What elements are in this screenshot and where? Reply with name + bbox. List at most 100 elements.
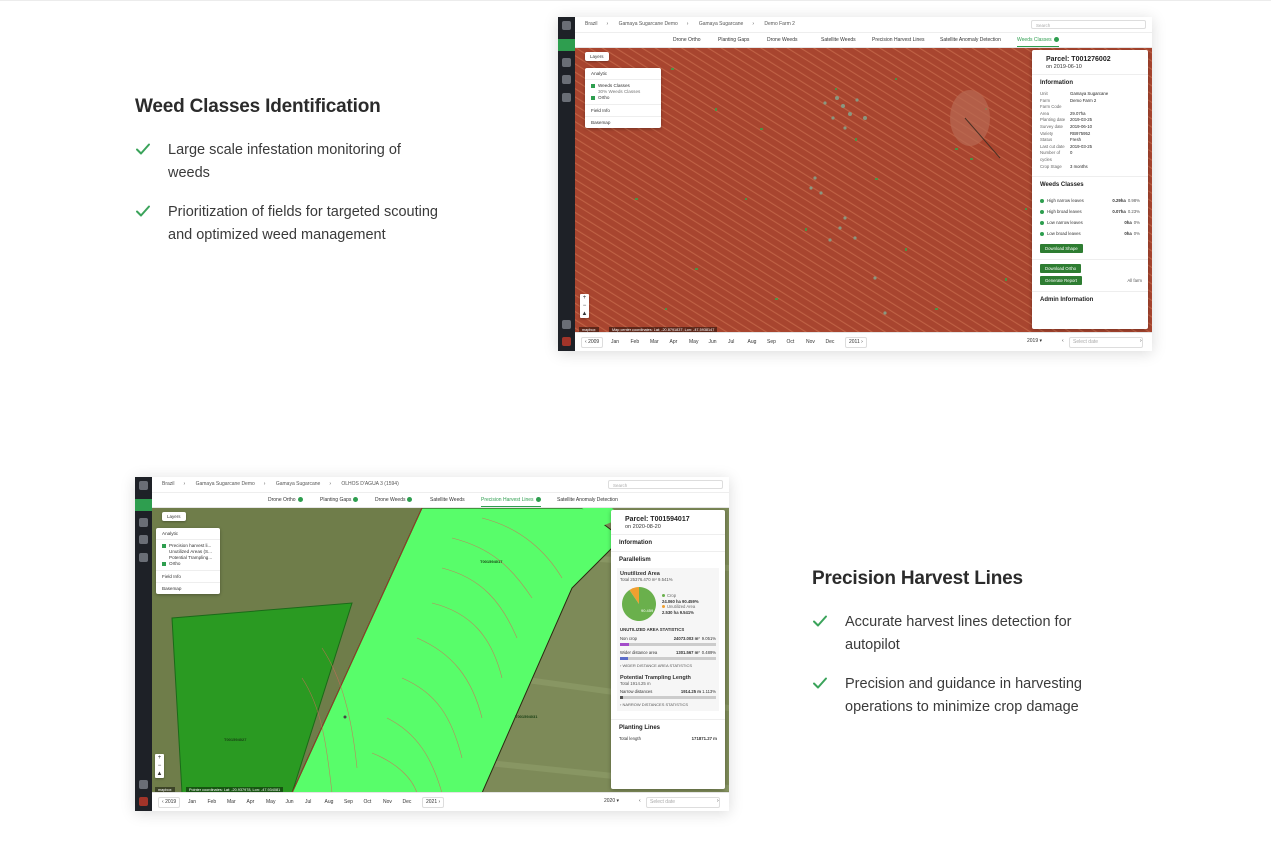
month-dec[interactable]: Dec xyxy=(826,339,835,345)
report-icon[interactable] xyxy=(139,535,148,544)
weed-class-row[interactable]: Low broad leaves 0ha 0% xyxy=(1032,231,1148,237)
eye-icon[interactable] xyxy=(1040,231,1044,236)
month-feb[interactable]: Feb xyxy=(631,339,640,345)
section-admin-information[interactable]: Admin Information xyxy=(1032,291,1148,308)
user-icon[interactable] xyxy=(139,553,148,562)
prev-year-button[interactable]: ‹ 2009 xyxy=(581,337,604,348)
section-information[interactable]: Information xyxy=(611,534,725,551)
logout-icon[interactable] xyxy=(562,320,571,329)
month-jan[interactable]: Jan xyxy=(188,799,196,805)
year-select[interactable]: 2019 ▾ xyxy=(1024,337,1045,346)
user-icon[interactable] xyxy=(562,93,571,102)
narrow-distances-link[interactable]: › NARROW DISTANCES STATISTICS xyxy=(620,702,716,707)
breadcrumb-item[interactable]: Brazil xyxy=(162,481,175,487)
tab-drone-weeds[interactable]: Drone Weeds xyxy=(375,497,413,503)
date-next-button[interactable]: › xyxy=(1137,337,1145,346)
month-apr[interactable]: Apr xyxy=(670,339,678,345)
layer-group-field-info[interactable]: Field Info xyxy=(585,105,661,117)
month-sep[interactable]: Sep xyxy=(767,339,776,345)
month-jul[interactable]: Jul xyxy=(728,339,734,345)
weed-class-row[interactable]: Low narrow leaves 0ha 0% xyxy=(1032,220,1148,226)
tab-drone-weeds[interactable]: Drone Weeds xyxy=(767,37,797,43)
section-weeds-classes[interactable]: Weeds Classes xyxy=(1032,176,1148,193)
globe-icon[interactable] xyxy=(558,39,575,51)
year-select[interactable]: 2020 ▾ xyxy=(601,797,622,806)
breadcrumb-item[interactable]: OLHOS D'AGUA 3 (1594) xyxy=(341,481,398,487)
month-jan[interactable]: Jan xyxy=(611,339,619,345)
next-year-button[interactable]: 2021 › xyxy=(422,797,445,808)
date-prev-button[interactable]: ‹ xyxy=(1059,337,1067,346)
wider-distance-link[interactable]: › WIDER DISTANCE AREA STATISTICS xyxy=(620,663,716,668)
month-jul[interactable]: Jul xyxy=(305,799,311,805)
eye-icon[interactable] xyxy=(1040,220,1044,225)
generate-report-button[interactable]: Generate Report xyxy=(1040,276,1083,286)
month-aug[interactable]: Aug xyxy=(325,799,334,805)
month-may[interactable]: May xyxy=(689,339,698,345)
zoom-out-button[interactable]: − xyxy=(580,302,589,310)
month-jun[interactable]: Jun xyxy=(286,799,294,805)
next-year-button[interactable]: 2011 › xyxy=(845,337,867,348)
breadcrumb-item[interactable]: Gamaya Sugarcane xyxy=(699,21,743,27)
breadcrumb-item[interactable]: Gamaya Sugarcane Demo xyxy=(619,21,678,27)
search-input[interactable]: Search xyxy=(1031,20,1146,29)
breadcrumb-item[interactable]: Gamaya Sugarcane Demo xyxy=(196,481,255,487)
weed-class-row[interactable]: High narrow leaves 0.29ha 0.98% xyxy=(1032,198,1148,204)
grid-icon[interactable] xyxy=(139,518,148,527)
download-shape-button[interactable]: Download Shape xyxy=(1040,244,1083,254)
section-planting-lines[interactable]: Planting Lines xyxy=(611,719,725,736)
month-mar[interactable]: Mar xyxy=(227,799,236,805)
layer-group-basemap[interactable]: Basemap xyxy=(156,583,220,594)
all-farm-toggle[interactable]: All farm xyxy=(1127,278,1142,283)
layers-button[interactable]: Layers xyxy=(162,512,186,521)
month-oct[interactable]: Oct xyxy=(364,799,372,805)
logout-icon[interactable] xyxy=(139,780,148,789)
breadcrumb-item[interactable]: Gamaya Sugarcane xyxy=(276,481,320,487)
tab-satellite-weeds[interactable]: Satellite Weeds xyxy=(430,497,465,503)
grid-icon[interactable] xyxy=(562,58,571,67)
report-icon[interactable] xyxy=(562,75,571,84)
tab-drone-ortho[interactable]: Drone Ortho xyxy=(268,497,303,503)
layer-group-field-info[interactable]: Field Info xyxy=(156,571,220,583)
month-feb[interactable]: Feb xyxy=(208,799,217,805)
month-mar[interactable]: Mar xyxy=(650,339,659,345)
date-prev-button[interactable]: ‹ xyxy=(636,797,644,806)
tab-precision-harvest-lines[interactable]: Precision Harvest Lines xyxy=(872,37,925,43)
section-parallelism[interactable]: Parallelism xyxy=(611,551,725,568)
zoom-out-button[interactable]: − xyxy=(155,762,164,770)
month-oct[interactable]: Oct xyxy=(787,339,795,345)
tab-planting-gaps[interactable]: Planting Gaps xyxy=(320,497,359,503)
layer-group-analytic[interactable]: Analytic xyxy=(156,528,220,540)
month-nov[interactable]: Nov xyxy=(806,339,815,345)
menu-icon[interactable] xyxy=(139,481,148,490)
prev-year-button[interactable]: ‹ 2019 xyxy=(158,797,181,808)
layer-ortho[interactable]: Ortho xyxy=(162,561,214,567)
zoom-in-button[interactable]: + xyxy=(580,294,589,302)
month-may[interactable]: May xyxy=(266,799,275,805)
breadcrumb-item[interactable]: Demo Farm 2 xyxy=(764,21,795,27)
date-input[interactable]: Select date xyxy=(1069,337,1143,348)
tab-satellite-weeds[interactable]: Satellite Weeds xyxy=(821,37,856,43)
layer-group-analytic[interactable]: Analytic xyxy=(585,68,661,80)
layer-ortho[interactable]: Ortho xyxy=(591,95,655,101)
month-nov[interactable]: Nov xyxy=(383,799,392,805)
section-information[interactable]: Information xyxy=(1032,74,1148,91)
eye-icon[interactable] xyxy=(1040,209,1044,214)
layers-button[interactable]: Layers xyxy=(585,52,609,61)
tab-planting-gaps[interactable]: Planting Gaps xyxy=(718,37,749,43)
tab-precision-harvest-lines[interactable]: Precision Harvest Lines xyxy=(481,497,541,507)
eye-icon[interactable] xyxy=(1040,198,1044,203)
tab-satellite-anomaly[interactable]: Satellite Anomaly Detection xyxy=(940,37,1001,43)
north-button[interactable]: ▲ xyxy=(155,770,164,778)
globe-icon[interactable] xyxy=(135,499,152,511)
month-apr[interactable]: Apr xyxy=(247,799,255,805)
month-aug[interactable]: Aug xyxy=(748,339,757,345)
tab-drone-ortho[interactable]: Drone Ortho xyxy=(673,37,701,43)
weed-class-row[interactable]: High broad leaves 0.07ha 0.23% xyxy=(1032,209,1148,215)
month-sep[interactable]: Sep xyxy=(344,799,353,805)
date-input[interactable]: Select date xyxy=(646,797,720,808)
zoom-in-button[interactable]: + xyxy=(155,754,164,762)
breadcrumb-item[interactable]: Brazil xyxy=(585,21,598,27)
menu-icon[interactable] xyxy=(562,21,571,30)
month-jun[interactable]: Jun xyxy=(709,339,717,345)
search-input[interactable]: Search xyxy=(608,480,723,489)
